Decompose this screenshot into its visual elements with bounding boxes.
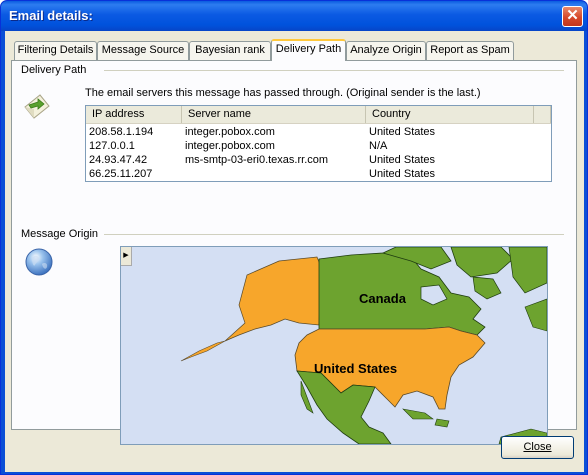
origin-map[interactable]: ▶ Canada United States (120, 246, 548, 445)
column-header-country[interactable]: Country (366, 106, 534, 123)
tab-message-source[interactable]: Message Source (97, 41, 189, 60)
column-header-server-name[interactable]: Server name (182, 106, 366, 123)
title-bar[interactable]: Email details: ✕ (1, 1, 587, 31)
message-origin-group-label: Message Origin (21, 228, 103, 240)
cell-server: integer.pobox.com (185, 126, 275, 138)
tab-bayesian-rank[interactable]: Bayesian rank (189, 41, 271, 60)
table-row[interactable]: 208.58.1.194 integer.pobox.com United St… (86, 125, 551, 139)
north-america-map (121, 247, 547, 444)
table-row[interactable]: 127.0.0.1 integer.pobox.com N/A (86, 139, 551, 153)
tab-analyze-origin[interactable]: Analyze Origin (346, 41, 426, 60)
table-row[interactable]: 24.93.47.42 ms-smtp-03-eri0.texas.rr.com… (86, 153, 551, 167)
delivery-path-description: The email servers this message has passe… (85, 87, 481, 99)
tab-delivery-path[interactable]: Delivery Path (271, 39, 346, 61)
cell-server: ms-smtp-03-eri0.texas.rr.com (185, 154, 329, 166)
tab-report-as-spam[interactable]: Report as Spam (426, 41, 514, 60)
map-expand-arrow[interactable]: ▶ (121, 247, 132, 266)
email-details-window: Email details: ✕ Filtering Details Messa… (0, 0, 588, 475)
cell-country: United States (369, 154, 436, 166)
window-close-button[interactable]: ✕ (562, 6, 583, 27)
table-row[interactable]: 66.25.11.207 United States (86, 167, 551, 181)
delivery-path-group-label: Delivery Path (21, 64, 91, 76)
map-label-united-states: United States (314, 361, 398, 376)
dialog-client-area: Filtering Details Message Source Bayesia… (5, 31, 584, 472)
map-label-canada: Canada (359, 291, 406, 306)
globe-icon (24, 247, 54, 277)
tab-filtering-details[interactable]: Filtering Details (14, 41, 97, 60)
group-divider (104, 70, 564, 71)
close-button-label: Close (523, 441, 552, 453)
cell-server: integer.pobox.com (185, 140, 275, 152)
table-header: IP address Server name Country (86, 106, 551, 124)
cell-ip: 24.93.47.42 (89, 154, 148, 166)
close-button[interactable]: Close (501, 436, 574, 459)
cell-ip: 66.25.11.207 (89, 168, 153, 180)
delivery-path-table[interactable]: IP address Server name Country 208.58.1.… (85, 105, 552, 182)
cell-ip: 127.0.0.1 (89, 140, 135, 152)
cell-ip: 208.58.1.194 (89, 126, 154, 138)
group-divider (104, 234, 564, 235)
window-title: Email details: (9, 8, 93, 23)
cell-country: United States (369, 126, 436, 138)
delivery-path-panel: Delivery Path The email servers this mes… (11, 60, 577, 445)
envelope-arrow-icon (22, 91, 52, 119)
column-header-filler (534, 106, 551, 123)
cell-country: N/A (369, 140, 388, 152)
column-header-ip-address[interactable]: IP address (86, 106, 182, 123)
cell-country: United States (369, 168, 436, 180)
